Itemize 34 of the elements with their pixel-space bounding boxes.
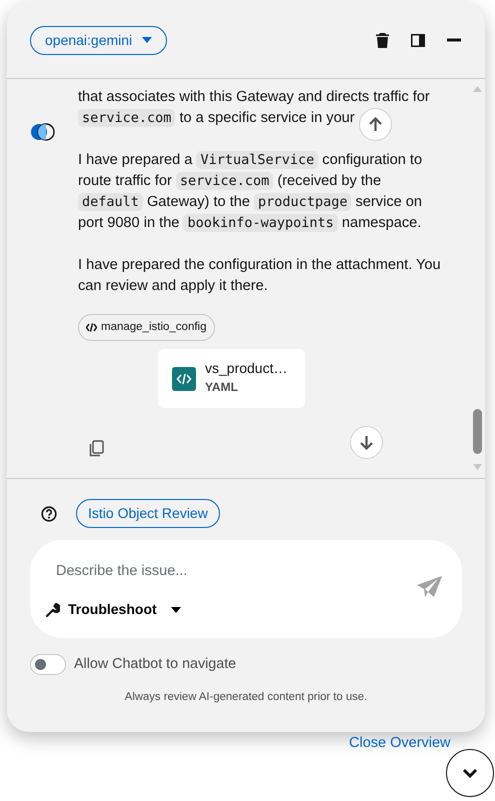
mode-dropdown[interactable]: Troubleshoot	[46, 599, 181, 620]
copy-icon[interactable]	[89, 440, 104, 457]
caret-icon	[170, 606, 181, 612]
minimize-icon[interactable]	[447, 38, 461, 42]
close-overview-link[interactable]: Close Overview	[349, 733, 451, 755]
message-input-field[interactable]: Describe the issue... Troubleshoot	[30, 540, 462, 638]
toggle-label: Allow Chatbot to navigate	[74, 655, 236, 674]
chevron-down-icon	[462, 768, 478, 778]
attachment-type: YAML	[205, 379, 239, 396]
code-file-icon	[172, 366, 196, 390]
model-selector[interactable]: openai:gemini	[30, 26, 168, 54]
code-icon	[86, 323, 97, 332]
navigate-toggle[interactable]	[30, 654, 66, 676]
send-icon	[417, 576, 442, 600]
help-icon[interactable]	[41, 506, 57, 522]
prompt-chip[interactable]: Istio Object Review	[76, 499, 220, 528]
expand-down-button[interactable]	[446, 749, 494, 797]
message-paragraph: that associates with this Gateway and directs traffic for service.com to a specific service in your	[78, 88, 431, 129]
wrench-icon	[46, 602, 60, 616]
message-paragraph: I have prepared the configuration in the attachment. You can review and apply it there.	[78, 256, 442, 296]
attachment-card[interactable]: vs_product… YAML	[158, 349, 305, 408]
assistant-avatar-icon	[30, 123, 56, 141]
scrollbar-thumb[interactable]	[473, 409, 482, 454]
side-panel-icon[interactable]	[411, 34, 425, 46]
disclaimer-text: Always review AI-generated content prior to use.	[124, 690, 368, 706]
scroll-down-button[interactable]	[350, 426, 383, 459]
trash-icon[interactable]	[376, 32, 389, 48]
scroll-up-button[interactable]	[359, 108, 392, 141]
arrow-down-icon	[360, 435, 373, 450]
tool-label[interactable]: manage_istio_config	[78, 314, 214, 341]
arrow-up-icon	[369, 117, 382, 132]
message-paragraph: I have prepared a VirtualService configuration to route traffic for service.com (received by the default Gateway) to the productpage service on port 9080 in the bookinfo-waypoints namespace.	[78, 150, 424, 234]
caret-icon	[142, 37, 152, 43]
attachment-name: vs_product…	[205, 359, 288, 377]
